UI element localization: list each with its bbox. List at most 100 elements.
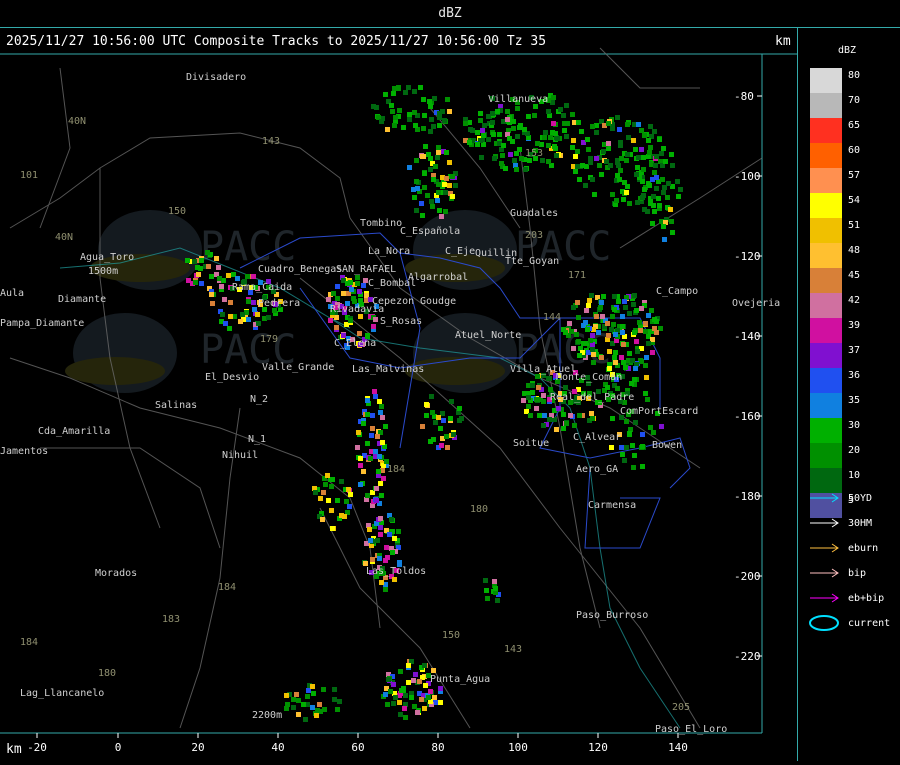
reflectivity-pixel — [648, 145, 653, 150]
reflectivity-pixel — [314, 713, 319, 718]
reflectivity-pixel — [356, 430, 361, 435]
reflectivity-pixel — [623, 305, 628, 310]
reflectivity-pixel — [419, 697, 424, 702]
track-arrow-icon — [810, 568, 839, 578]
legend-swatch — [810, 218, 842, 243]
place-label: Diamante — [58, 294, 106, 305]
track-legend-label: bip — [848, 568, 867, 579]
reflectivity-pixel — [613, 332, 618, 337]
reflectivity-pixel — [627, 351, 632, 356]
reflectivity-pixel — [439, 214, 444, 219]
reflectivity-pixel — [334, 325, 339, 330]
reflectivity-pixel — [349, 287, 354, 292]
legend-swatch-label: 45 — [848, 270, 861, 281]
reflectivity-pixel — [624, 190, 629, 195]
reflectivity-pixel — [657, 203, 662, 208]
route-number-label: 40N — [55, 232, 73, 243]
reflectivity-pixel — [337, 699, 342, 704]
reflectivity-pixel — [620, 314, 625, 319]
track-arrow-icon — [810, 593, 839, 603]
reflectivity-pixel — [652, 317, 657, 322]
reflectivity-pixel — [412, 704, 417, 709]
reflectivity-pixel — [605, 321, 610, 326]
place-label: Aero_GA — [576, 464, 618, 475]
reflectivity-pixel — [443, 209, 448, 214]
reflectivity-pixel — [422, 706, 427, 711]
reflectivity-pixel — [409, 695, 414, 700]
track-arrow-icon — [810, 493, 839, 503]
radar-map-canvas[interactable]: PACC PACC PACC PACC DivisaderoVillanueva… — [0, 28, 797, 761]
legend-swatch — [810, 268, 842, 293]
reflectivity-pixel — [639, 128, 644, 133]
place-label: N_1 — [248, 434, 266, 445]
place-label: Tombino — [360, 218, 402, 229]
reflectivity-pixel — [422, 185, 427, 190]
legend-swatch-label: 10 — [848, 470, 861, 481]
reflectivity-pixel — [214, 256, 219, 261]
legend-swatch-label: 65 — [848, 120, 861, 131]
reflectivity-pixel — [612, 355, 617, 360]
reflectivity-pixel — [377, 556, 382, 561]
reflectivity-pixel — [431, 124, 436, 129]
y-tick-label: -160 — [734, 410, 761, 423]
radar-map[interactable]: PACC PACC PACC PACC Divisadero Villanuev… — [0, 28, 797, 761]
place-label: Rama_Caida — [232, 282, 292, 293]
reflectivity-pixel — [296, 712, 301, 717]
reflectivity-pixel — [574, 332, 579, 337]
reflectivity-pixel — [428, 439, 433, 444]
reflectivity-pixel — [613, 350, 618, 355]
reflectivity-pixel — [335, 284, 340, 289]
place-label: Las_Malvinas — [352, 364, 424, 375]
reflectivity-pixel — [561, 412, 566, 417]
reflectivity-pixel — [594, 156, 599, 161]
reflectivity-pixel — [528, 413, 533, 418]
reflectivity-pixel — [541, 393, 546, 398]
reflectivity-pixel — [358, 482, 363, 487]
reflectivity-pixel — [391, 682, 396, 687]
reflectivity-pixel — [380, 440, 385, 445]
reflectivity-pixel — [235, 276, 240, 281]
reflectivity-pixel — [478, 111, 483, 116]
reflectivity-pixel — [246, 317, 251, 322]
reflectivity-pixel — [639, 306, 644, 311]
reflectivity-pixel — [426, 695, 431, 700]
legend-swatch-label: 30 — [848, 420, 861, 431]
reflectivity-pixel — [577, 177, 582, 182]
reflectivity-pixel — [645, 209, 650, 214]
reflectivity-pixel — [372, 389, 377, 394]
reflectivity-pixel — [493, 586, 498, 591]
reflectivity-pixel — [564, 421, 569, 426]
reflectivity-pixel — [644, 375, 649, 380]
reflectivity-pixel — [648, 425, 653, 430]
y-tick-label: -140 — [734, 330, 761, 343]
reflectivity-pixel — [478, 118, 483, 123]
reflectivity-pixel — [501, 143, 506, 148]
reflectivity-pixel — [546, 376, 551, 381]
reflectivity-pixel — [588, 160, 593, 165]
track-arrow-icon — [810, 518, 839, 528]
reflectivity-pixel — [332, 687, 337, 692]
legend-swatch — [810, 243, 842, 268]
reflectivity-pixel — [193, 280, 198, 285]
reflectivity-pixel — [678, 187, 683, 192]
place-label: Valle_Grande — [262, 362, 334, 373]
reflectivity-pixel — [318, 496, 323, 501]
place-label: Punta_Agua — [430, 674, 490, 685]
reflectivity-pixel — [398, 712, 403, 717]
reflectivity-pixel — [548, 135, 553, 140]
reflectivity-pixel — [412, 110, 417, 115]
reflectivity-pixel — [377, 454, 382, 459]
reflectivity-pixel — [623, 365, 628, 370]
reflectivity-pixel — [621, 197, 626, 202]
reflectivity-pixel — [436, 145, 441, 150]
reflectivity-pixel — [433, 164, 438, 169]
reflectivity-pixel — [378, 410, 383, 415]
reflectivity-pixel — [526, 114, 531, 119]
legend-swatch-label: 42 — [848, 295, 861, 306]
reflectivity-pixel — [616, 299, 621, 304]
reflectivity-pixel — [634, 308, 639, 313]
reflectivity-pixel — [564, 134, 569, 139]
reflectivity-pixel — [393, 115, 398, 120]
reflectivity-pixel — [348, 492, 353, 497]
reflectivity-pixel — [348, 318, 353, 323]
